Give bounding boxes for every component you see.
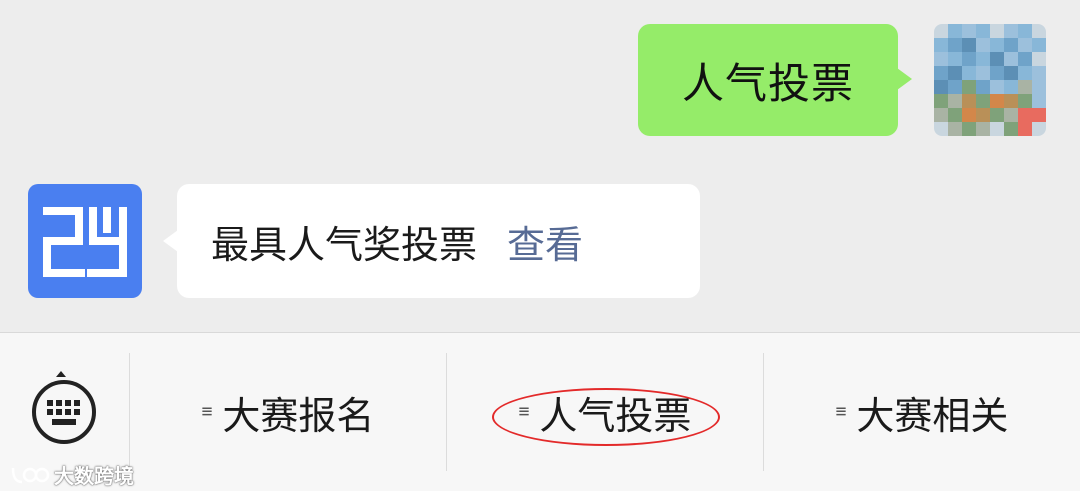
view-link[interactable]: 查看 — [507, 214, 583, 269]
avatar-mosaic-tile — [962, 24, 976, 38]
avatar-mosaic-tile — [1032, 94, 1046, 108]
keyboard-icon — [32, 380, 96, 444]
avatar-mosaic-tile — [1018, 80, 1032, 94]
avatar-mosaic-tile — [976, 66, 990, 80]
avatar-mosaic-tile — [948, 94, 962, 108]
menu-item-label: 大赛相关 — [856, 393, 1009, 438]
avatar-mosaic-tile — [1004, 108, 1018, 122]
avatar-mosaic-tile — [1018, 94, 1032, 108]
outgoing-message-text: 人气投票 — [681, 58, 854, 108]
avatar-mosaic-tile — [1004, 52, 1018, 66]
avatar-mosaic-tile — [962, 66, 976, 80]
avatar-mosaic-tile — [976, 38, 990, 52]
avatar-mosaic-tile — [990, 122, 1004, 136]
menu-item-label: 人气投票 — [539, 393, 692, 438]
avatar-mosaic-tile — [976, 122, 990, 136]
avatar-mosaic-tile — [962, 94, 976, 108]
watermark: 大数跨境 — [10, 460, 134, 489]
user-avatar[interactable] — [934, 24, 1046, 136]
avatar-mosaic-tile — [948, 24, 962, 38]
incoming-message-text: 最具人气奖投票 — [211, 222, 478, 267]
avatar-mosaic-tile — [1004, 80, 1018, 94]
avatar-mosaic-tile — [976, 108, 990, 122]
avatar-mosaic-tile — [1004, 94, 1018, 108]
avatar-mosaic-tile — [1018, 108, 1032, 122]
avatar-mosaic-tile — [948, 52, 962, 66]
submenu-lines-icon: ≡ — [835, 401, 847, 422]
avatar-mosaic-tile — [1018, 24, 1032, 38]
avatar-mosaic-tile — [1032, 38, 1046, 52]
avatar-mosaic-tile — [990, 94, 1004, 108]
avatar-mosaic-tile — [990, 24, 1004, 38]
avatar-mosaic-tile — [948, 38, 962, 52]
avatar-mosaic-tile — [990, 108, 1004, 122]
avatar-mosaic-tile — [1032, 80, 1046, 94]
chat-area: 人气投票 最具人气奖投票 查看 — [0, 0, 1080, 332]
avatar-mosaic-tile — [934, 24, 948, 38]
submenu-lines-icon: ≡ — [518, 401, 530, 422]
avatar-mosaic-tile — [976, 24, 990, 38]
menu-item-label: 大赛报名 — [222, 393, 375, 438]
incoming-message-bubble: 最具人气奖投票 查看 — [163, 184, 700, 298]
watermark-text: 大数跨境 — [54, 464, 134, 488]
avatar-mosaic-tile — [934, 66, 948, 80]
avatar-mosaic-tile — [990, 52, 1004, 66]
avatar-mosaic-tile — [962, 122, 976, 136]
avatar-mosaic-tile — [990, 66, 1004, 80]
avatar-mosaic-tile — [1004, 38, 1018, 52]
submenu-lines-icon: ≡ — [201, 401, 213, 422]
avatar-mosaic-tile — [962, 52, 976, 66]
menu-item-registration[interactable]: ≡ 大赛报名 — [129, 353, 446, 471]
avatar-mosaic-tile — [1018, 38, 1032, 52]
bottom-menu-bar: ≡ 大赛报名 ≡ 人气投票 ≡ 大赛相关 — [0, 332, 1080, 491]
brand-logo-icon — [43, 207, 127, 277]
avatar-mosaic-tile — [934, 108, 948, 122]
avatar-mosaic-tile — [1032, 66, 1046, 80]
menu-item-contest-related[interactable]: ≡ 大赛相关 — [763, 353, 1080, 471]
avatar-mosaic-tile — [1032, 122, 1046, 136]
watermark-logo-icon — [11, 467, 50, 483]
avatar-mosaic-tile — [990, 80, 1004, 94]
avatar-mosaic-tile — [1018, 66, 1032, 80]
outgoing-message-bubble[interactable]: 人气投票 — [638, 24, 912, 136]
avatar-mosaic-tile — [1004, 66, 1018, 80]
menu-item-popularity-vote[interactable]: ≡ 人气投票 — [446, 353, 763, 471]
avatar-mosaic-tile — [1032, 52, 1046, 66]
avatar-mosaic-tile — [934, 52, 948, 66]
avatar-mosaic-tile — [976, 52, 990, 66]
avatar-mosaic-tile — [934, 94, 948, 108]
avatar-mosaic-tile — [934, 80, 948, 94]
avatar-mosaic-tile — [948, 122, 962, 136]
avatar-mosaic-tile — [962, 108, 976, 122]
avatar-mosaic-tile — [948, 80, 962, 94]
official-account-avatar[interactable] — [28, 184, 142, 298]
avatar-mosaic-tile — [934, 38, 948, 52]
avatar-mosaic-tile — [1004, 24, 1018, 38]
avatar-mosaic-tile — [1018, 52, 1032, 66]
avatar-mosaic-tile — [1004, 122, 1018, 136]
avatar-mosaic-tile — [962, 38, 976, 52]
avatar-mosaic-tile — [948, 108, 962, 122]
avatar-mosaic-tile — [976, 80, 990, 94]
avatar-mosaic-tile — [990, 38, 1004, 52]
avatar-mosaic-tile — [934, 122, 948, 136]
avatar-mosaic-tile — [1018, 122, 1032, 136]
avatar-mosaic-tile — [1032, 108, 1046, 122]
avatar-mosaic-tile — [962, 80, 976, 94]
avatar-mosaic-tile — [976, 94, 990, 108]
avatar-mosaic-tile — [948, 66, 962, 80]
avatar-mosaic-tile — [1032, 24, 1046, 38]
